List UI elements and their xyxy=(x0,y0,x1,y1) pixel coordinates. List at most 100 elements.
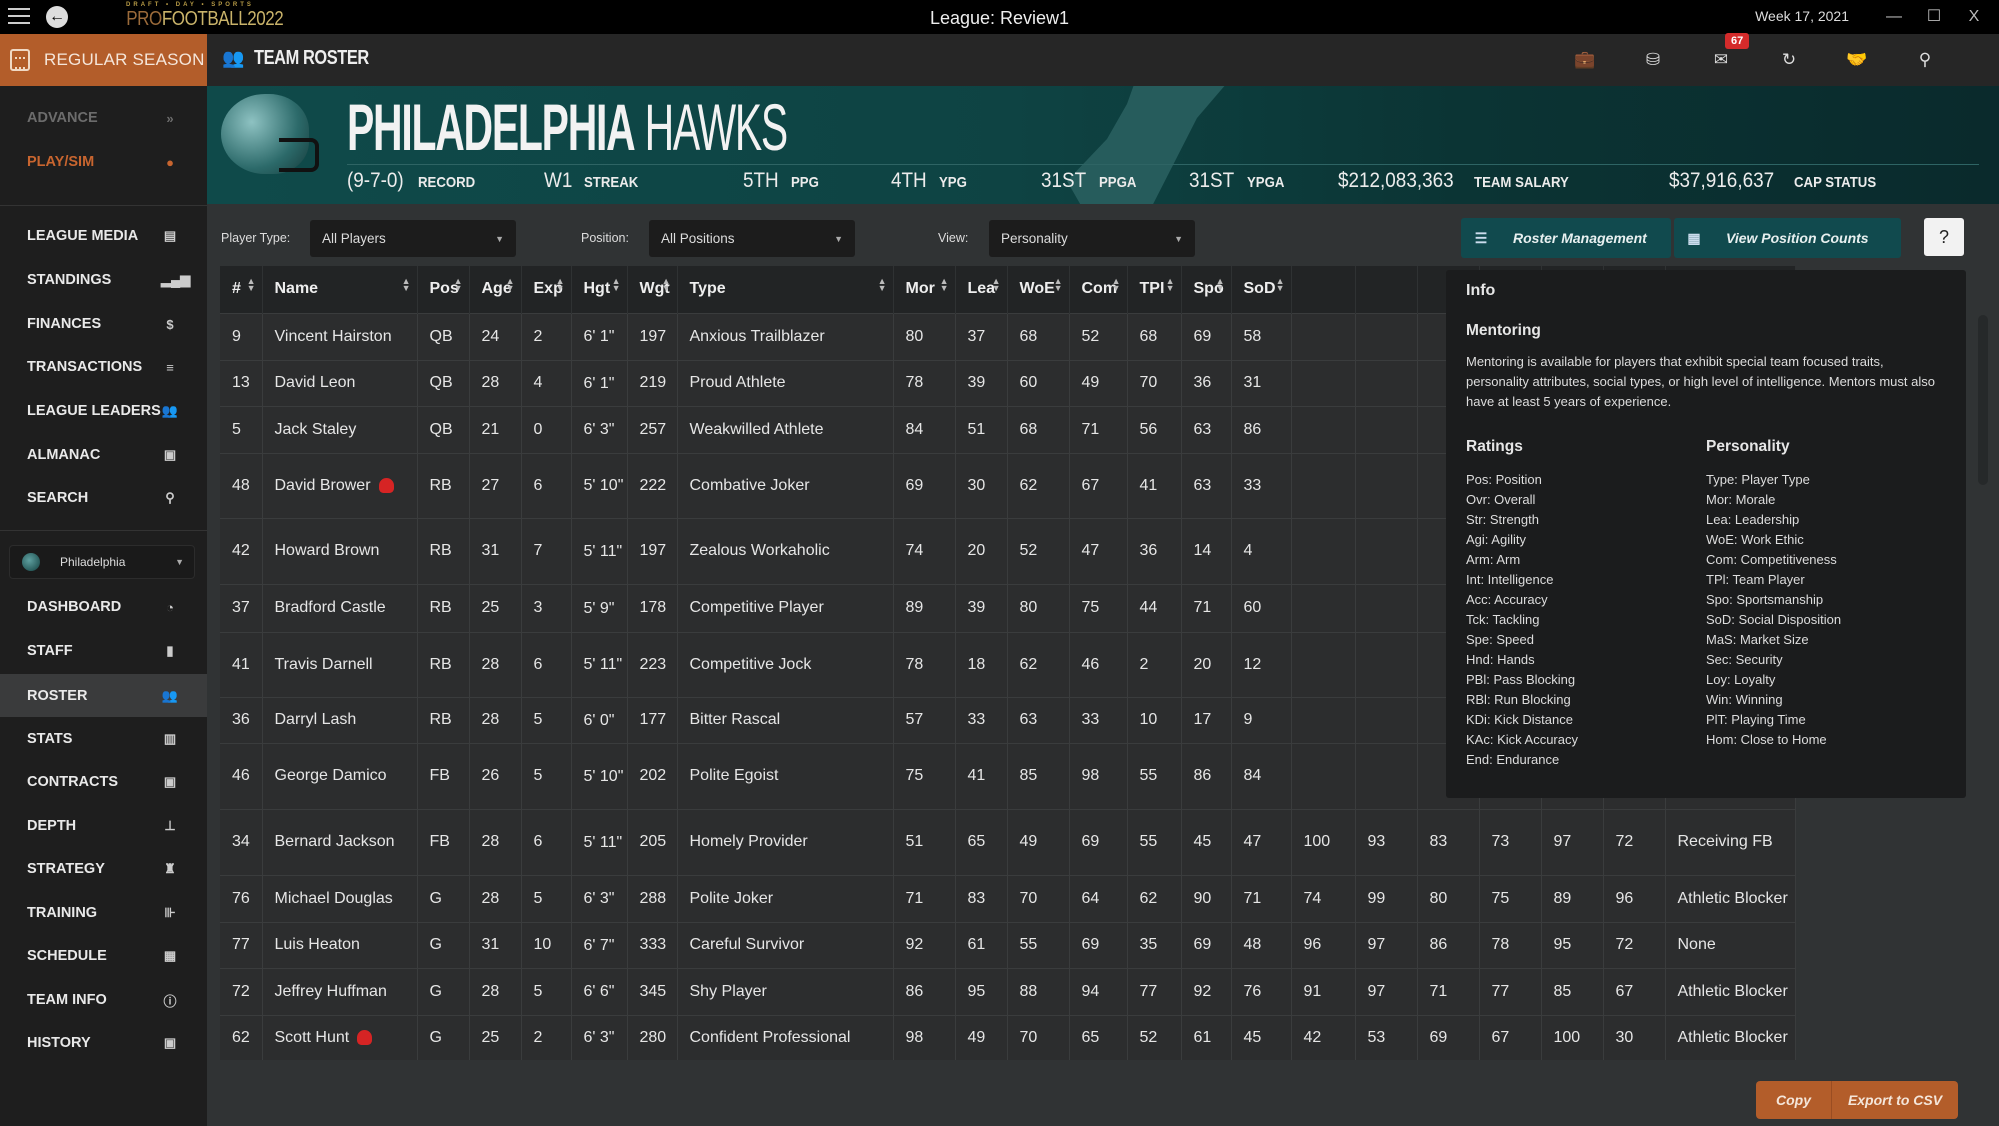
sort-icon[interactable]: ▲ ▼ xyxy=(402,277,411,293)
column-header[interactable]: Pos ▲ ▼ xyxy=(417,266,470,313)
sidebar-item-stats[interactable]: STATS ▥ xyxy=(0,719,207,759)
cell-name[interactable]: Jeffrey Huffman xyxy=(262,967,418,1015)
roster-management-button[interactable]: ☰ Roster Management xyxy=(1461,218,1671,258)
table-row[interactable]: 77 Luis Heaton G 31 10 6' 7" 333 Careful Surviv… xyxy=(220,921,1796,968)
sort-icon[interactable]: ▲ ▼ xyxy=(454,277,463,293)
cell-name[interactable]: Travis Darnell xyxy=(262,631,418,697)
sidebar-item-roster[interactable]: ROSTER 👥 xyxy=(0,674,207,717)
table-scrollbar[interactable] xyxy=(1978,315,1988,485)
column-header[interactable]: Name ▲ ▼ xyxy=(262,266,418,313)
sort-icon[interactable]: ▲ ▼ xyxy=(1276,277,1285,293)
column-header[interactable]: Lea ▲ ▼ xyxy=(955,266,1008,313)
close-button[interactable]: X xyxy=(1961,4,1987,30)
refresh-icon[interactable]: ↻ xyxy=(1755,50,1823,70)
sidebar-item-depth[interactable]: DEPTH ⊥ xyxy=(0,806,207,846)
table-row[interactable]: 72 Jeffrey Huffman G 28 5 6' 6" 345 Shy Player 8… xyxy=(220,967,1796,1015)
column-header[interactable]: Type ▲ ▼ xyxy=(677,266,894,313)
sidebar-item-schedule[interactable]: SCHEDULE ▦ xyxy=(0,936,207,976)
cell-name[interactable]: Bernard Jackson xyxy=(262,808,418,875)
position-dropdown[interactable]: All Positions ▼ xyxy=(649,220,855,257)
column-header[interactable]: Com ▲ ▼ xyxy=(1069,266,1128,313)
sort-icon[interactable]: ▲ ▼ xyxy=(612,277,621,293)
export-csv-button[interactable]: Export to CSV xyxy=(1832,1081,1958,1119)
sort-icon[interactable]: ▲ ▼ xyxy=(556,277,565,293)
cell-com: 49 xyxy=(1069,359,1128,406)
sidebar-item-dashboard[interactable]: DASHBOARD ◔ xyxy=(0,587,207,627)
sidebar-item-league-leaders[interactable]: LEAGUE LEADERS 👥 xyxy=(0,391,207,431)
sidebar-item-advance[interactable]: ADVANCE » xyxy=(0,98,207,138)
cell-lea: 30 xyxy=(955,452,1008,518)
table-row[interactable]: 62 Scott Hunt G 25 2 6' 3" 280 Confident Profes… xyxy=(220,1014,1796,1060)
help-button[interactable]: ? xyxy=(1924,218,1964,256)
column-header[interactable] xyxy=(1355,266,1418,313)
sidebar-item-almanac[interactable]: ALMANAC ▣ xyxy=(0,435,207,475)
cell-type: Bitter Rascal xyxy=(677,696,894,743)
view-dropdown[interactable]: Personality ▼ xyxy=(989,220,1195,257)
binoculars-icon[interactable]: ⚲ xyxy=(1891,50,1959,70)
cell-name[interactable]: George Damico xyxy=(262,742,418,809)
cell-name[interactable]: Darryl Lash xyxy=(262,696,418,743)
sort-icon[interactable]: ▲ ▼ xyxy=(1054,277,1063,293)
copy-button[interactable]: Copy xyxy=(1756,1081,1832,1119)
hamburger-menu-icon[interactable] xyxy=(8,6,30,26)
sort-icon[interactable]: ▲ ▼ xyxy=(1216,277,1225,293)
cell-name[interactable]: David Leon xyxy=(262,359,418,406)
cell-name[interactable]: Jack Staley xyxy=(262,405,418,453)
cell-name[interactable]: Luis Heaton xyxy=(262,921,418,968)
handshake-icon[interactable]: 🤝 xyxy=(1823,50,1891,70)
sidebar-item-history[interactable]: HISTORY ▣ xyxy=(0,1023,207,1063)
cell-name[interactable]: Scott Hunt xyxy=(262,1014,418,1060)
sort-icon[interactable]: ▲ ▼ xyxy=(247,277,256,293)
column-header[interactable]: SoD ▲ ▼ xyxy=(1231,266,1292,313)
sidebar-item-training[interactable]: TRAINING ⊪ xyxy=(0,893,207,933)
table-row[interactable]: 34 Bernard Jackson FB 28 6 5' 11" 205 Homely Pr… xyxy=(220,808,1796,875)
sort-icon[interactable]: ▲ ▼ xyxy=(878,277,887,293)
sidebar-item-finances[interactable]: FINANCES $ xyxy=(0,304,207,344)
sort-icon[interactable]: ▲ ▼ xyxy=(662,277,671,293)
cell-com-value: 69 xyxy=(1081,936,1100,953)
column-header[interactable]: Age ▲ ▼ xyxy=(469,266,522,313)
maximize-button[interactable]: ☐ xyxy=(1921,4,1947,30)
column-header[interactable] xyxy=(1291,266,1356,313)
sort-icon[interactable]: ▲ ▼ xyxy=(1112,277,1121,293)
sidebar-item-staff[interactable]: STAFF ▮ xyxy=(0,631,207,671)
sidebar-item-league-media[interactable]: LEAGUE MEDIA ▤ xyxy=(0,216,207,256)
database-icon[interactable]: ⛁ xyxy=(1619,50,1687,70)
column-header[interactable]: Spo ▲ ▼ xyxy=(1181,266,1232,313)
cell-name[interactable]: Howard Brown xyxy=(262,517,418,584)
sort-icon[interactable]: ▲ ▼ xyxy=(940,277,949,293)
column-header[interactable]: Wgt ▲ ▼ xyxy=(627,266,678,313)
cell-weight: 202 xyxy=(627,742,678,809)
cell-name[interactable]: Bradford Castle xyxy=(262,583,418,632)
cell-name[interactable]: David Brower xyxy=(262,452,418,518)
briefcase-icon[interactable]: 💼 xyxy=(1551,50,1619,70)
sidebar-item-play-sim[interactable]: PLAY/SIM ● xyxy=(0,142,207,182)
sidebar-item-search[interactable]: SEARCH ⚲ xyxy=(0,478,207,518)
sidebar-item-standings[interactable]: STANDINGS ▂▄▆ xyxy=(0,260,207,300)
table-row[interactable]: 76 Michael Douglas G 28 5 6' 3" 288 Polite Joke… xyxy=(220,874,1796,922)
sort-icon[interactable]: ▲ ▼ xyxy=(992,277,1001,293)
regular-season-button[interactable]: REGULAR SEASON xyxy=(0,34,207,86)
view-position-counts-button[interactable]: ▦ View Position Counts xyxy=(1674,218,1901,258)
column-header[interactable]: # ▲ ▼ xyxy=(220,266,263,313)
team-selector[interactable]: Philadelphia ▼ xyxy=(9,545,195,579)
cell-name[interactable]: Michael Douglas xyxy=(262,874,418,922)
sidebar-item-strategy[interactable]: STRATEGY ♜ xyxy=(0,849,207,889)
sidebar-item-contracts[interactable]: CONTRACTS ▣ xyxy=(0,762,207,802)
sort-icon[interactable]: ▲ ▼ xyxy=(1166,277,1175,293)
column-header-label: Type xyxy=(689,280,726,298)
column-header[interactable]: WoE ▲ ▼ xyxy=(1007,266,1070,313)
column-header[interactable]: Mor ▲ ▼ xyxy=(893,266,956,313)
sidebar-item-transactions[interactable]: TRANSACTIONS ≡ xyxy=(0,347,207,387)
cell-name[interactable]: Vincent Hairston xyxy=(262,312,418,360)
mail-icon[interactable]: ✉ 67 xyxy=(1687,33,1755,70)
column-header[interactable]: Exp ▲ ▼ xyxy=(521,266,572,313)
minimize-button[interactable]: — xyxy=(1881,4,1907,30)
sidebar-item-team-info[interactable]: TEAM INFO ⓘ xyxy=(0,980,207,1020)
back-arrow-icon[interactable]: ← xyxy=(46,6,68,28)
column-header[interactable]: Hgt ▲ ▼ xyxy=(571,266,628,313)
sort-icon[interactable]: ▲ ▼ xyxy=(506,277,515,293)
player-type-dropdown[interactable]: All Players ▼ xyxy=(310,220,516,257)
column-header[interactable]: TPI ▲ ▼ xyxy=(1127,266,1182,313)
cell-position-value: QB xyxy=(429,374,453,391)
